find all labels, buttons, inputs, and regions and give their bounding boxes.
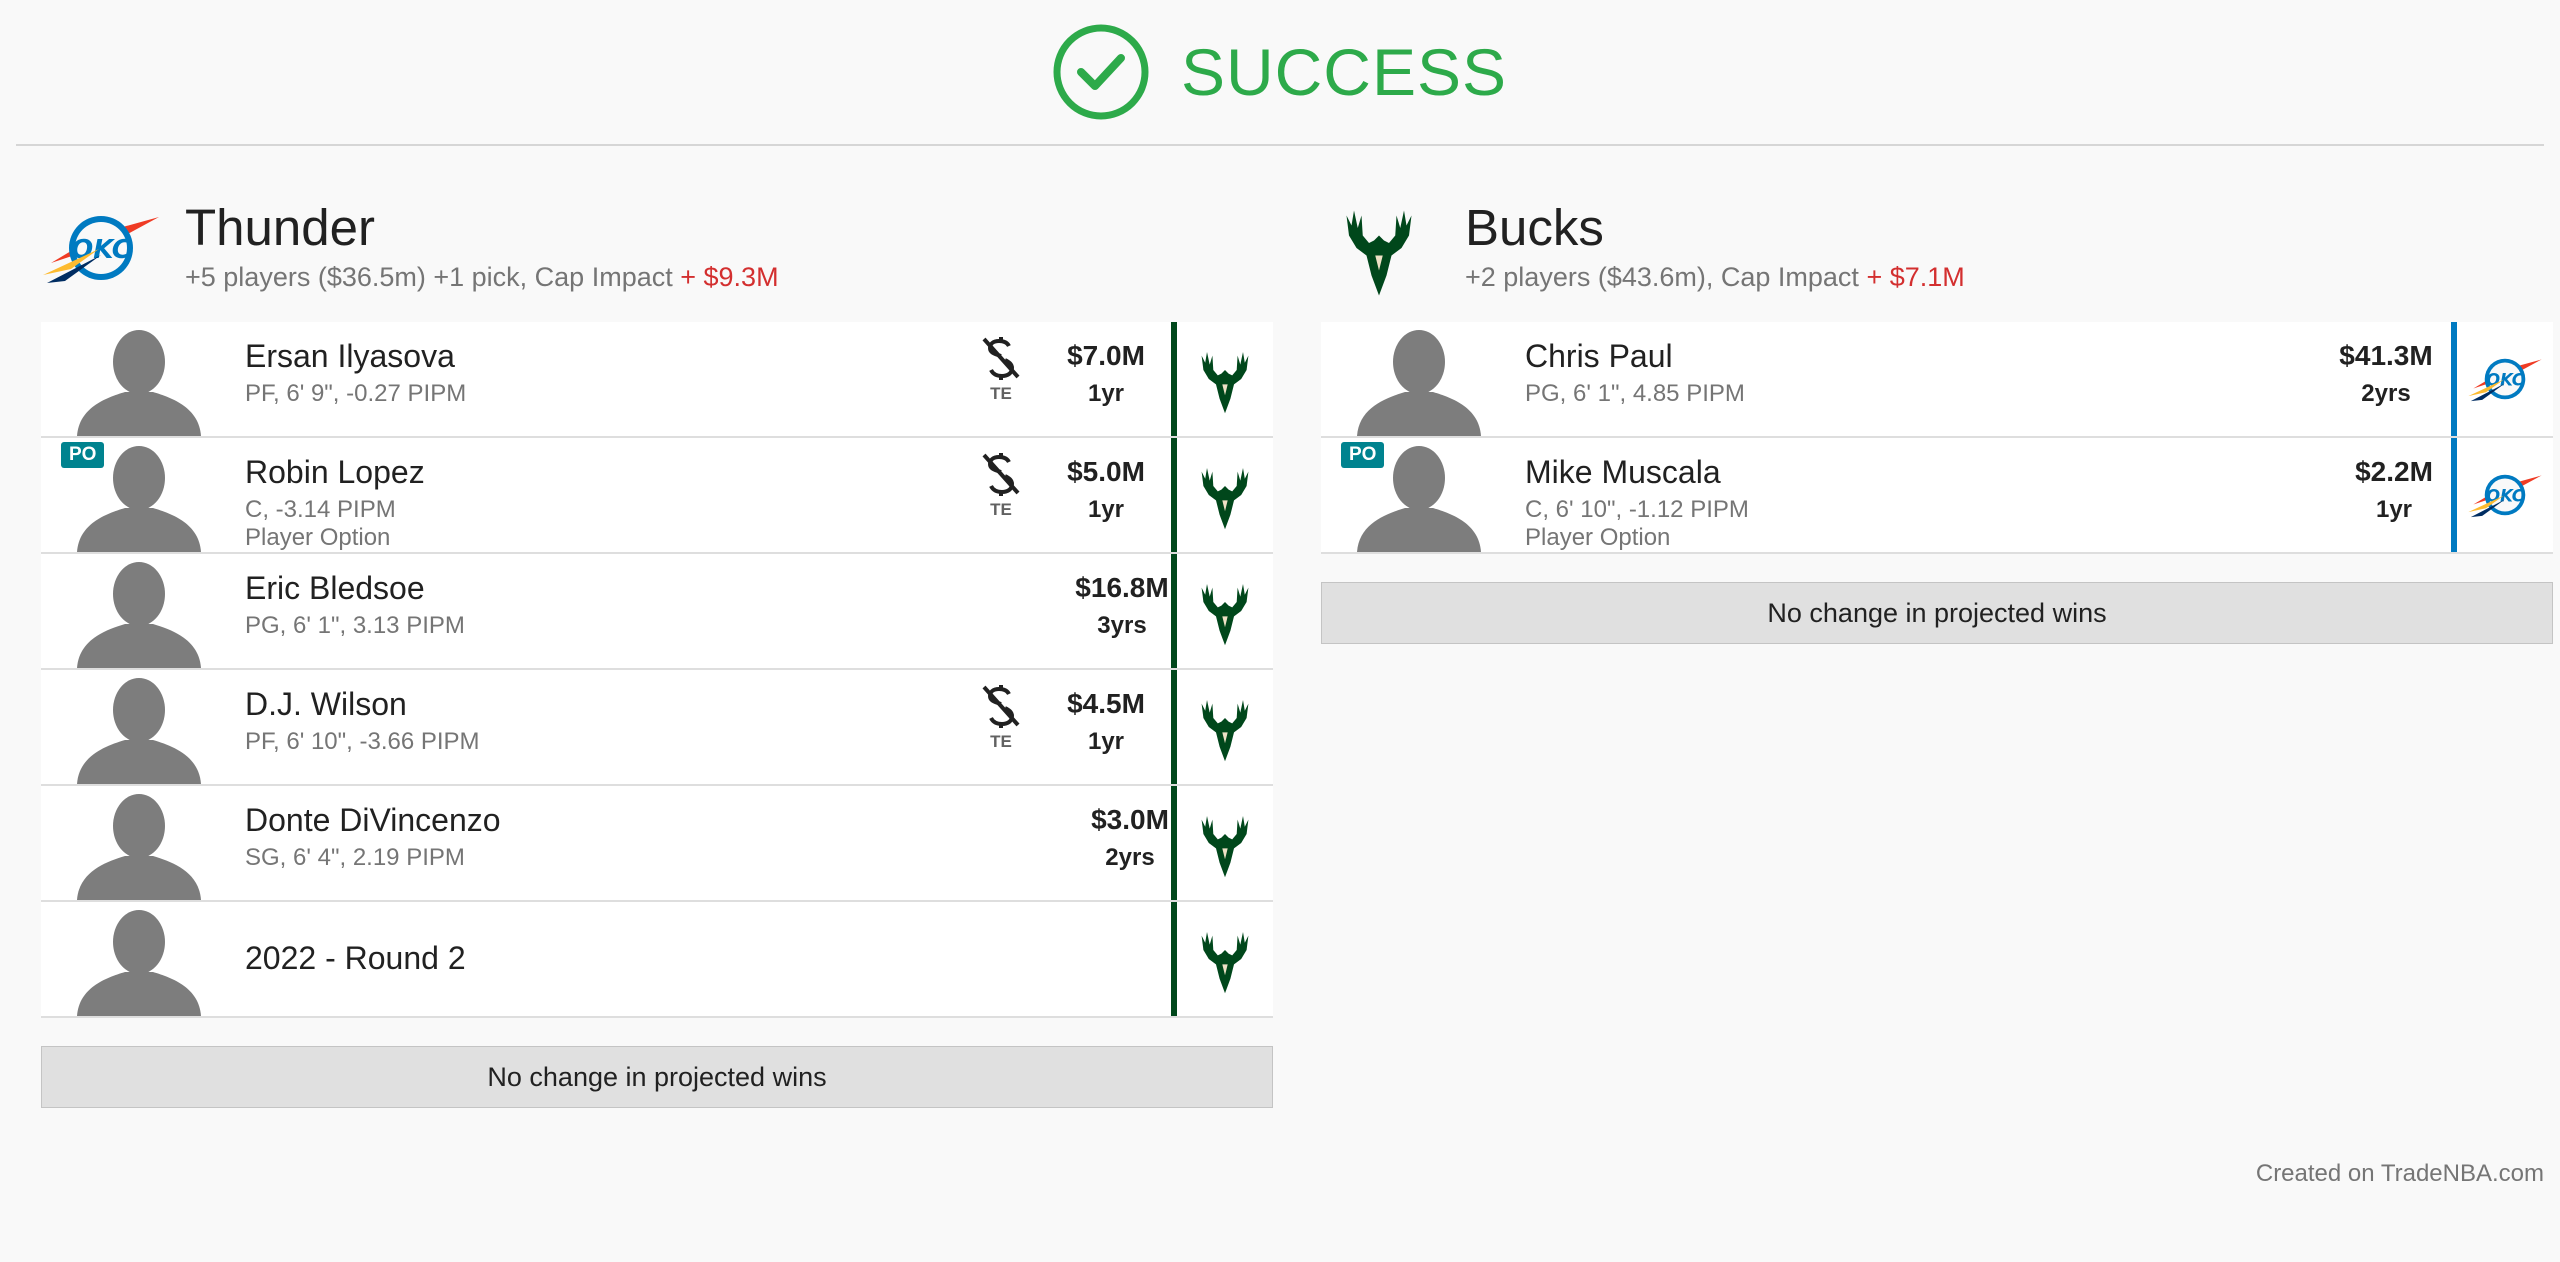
bucks-logo-icon [1197, 459, 1253, 531]
cap-impact: + $7.1M [1866, 262, 1965, 292]
contract: $2.2M 1yr [2329, 456, 2459, 524]
player-row-ilyasova[interactable]: Ersan Ilyasova PF, 6' 9", -0.27 PIPM TE … [41, 322, 1273, 438]
salary: $2.2M [2355, 456, 2433, 487]
player-row-muscala[interactable]: PO Mike Muscala C, 6' 10", -1.12 PIPM Pl… [1321, 438, 2553, 554]
projected-wins-bar: No change in projected wins [41, 1046, 1273, 1108]
salary: $4.5M [1067, 688, 1145, 719]
destination-team [1171, 902, 1273, 1016]
player-info: C, -3.14 PIPM [245, 496, 396, 523]
player-info: PG, 6' 1", 3.13 PIPM [245, 612, 465, 639]
salary: $16.8M [1075, 572, 1169, 603]
player-option: Player Option [245, 524, 391, 551]
player-option-badge: PO [1341, 442, 1385, 468]
contract-years: 2yrs [2361, 380, 2411, 407]
salary: $5.0M [1067, 456, 1145, 487]
draft-pick-label: 2022 - Round 2 [245, 940, 466, 976]
player-info: PG, 6' 1", 4.85 PIPM [1525, 380, 1745, 407]
trade-exception-indicator: TE [981, 336, 1021, 404]
player-name: Eric Bledsoe [245, 570, 425, 606]
contract: $5.0M 1yr [1041, 456, 1171, 524]
team-header: Bucks +2 players ($43.6m), Cap Impact + … [1321, 190, 2553, 320]
bucks-logo-icon [1197, 691, 1253, 763]
contract: $41.3M 2yrs [2321, 340, 2451, 408]
contract-years: 1yr [1087, 380, 1125, 407]
no-dollar-icon [981, 684, 1021, 728]
destination-team [1171, 322, 1273, 436]
destination-team [1171, 786, 1273, 900]
team-header: Thunder +5 players ($36.5m) +1 pick, Cap… [41, 190, 1273, 320]
te-label: TE [990, 732, 1012, 751]
thunder-logo-icon [41, 198, 161, 298]
player-headshot [69, 556, 209, 668]
player-row-bledsoe[interactable]: Eric Bledsoe PG, 6' 1", 3.13 PIPM $16.8M… [41, 554, 1273, 670]
salary: $7.0M [1067, 340, 1145, 371]
player-info: SG, 6' 4", 2.19 PIPM [245, 844, 465, 871]
trade-exception-indicator: TE [981, 452, 1021, 520]
player-name: Robin Lopez [245, 454, 425, 490]
check-circle-icon [1053, 24, 1149, 120]
destination-team [1171, 438, 1273, 552]
player-headshot [69, 672, 209, 784]
contract: $7.0M 1yr [1041, 340, 1171, 408]
player-name: D.J. Wilson [245, 686, 407, 722]
player-name: Mike Muscala [1525, 454, 1721, 490]
player-row-wilson[interactable]: D.J. Wilson PF, 6' 10", -3.66 PIPM TE $4… [41, 670, 1273, 786]
contract: $4.5M 1yr [1041, 688, 1171, 756]
contract-years: 3yrs [1097, 612, 1147, 639]
bucks-logo-icon [1341, 198, 1417, 298]
player-option-badge: PO [61, 442, 105, 468]
incoming-assets-list: Chris Paul PG, 6' 1", 4.85 PIPM $41.3M 2… [1321, 322, 2553, 644]
destination-team [1171, 670, 1273, 784]
no-dollar-icon [981, 452, 1021, 496]
team-name: Bucks [1465, 199, 1604, 256]
bucks-logo-icon [1197, 807, 1253, 879]
player-row-divincenzo[interactable]: Donte DiVincenzo SG, 6' 4", 2.19 PIPM $3… [41, 786, 1273, 902]
contract-years: 1yr [1087, 496, 1125, 523]
incoming-assets-list: Ersan Ilyasova PF, 6' 9", -0.27 PIPM TE … [41, 322, 1273, 1108]
player-headshot [69, 788, 209, 900]
te-label: TE [990, 500, 1012, 519]
team-summary: +5 players ($36.5m) +1 pick, Cap Impact … [185, 262, 779, 292]
projected-wins-bar: No change in projected wins [1321, 582, 2553, 644]
player-info: PF, 6' 10", -3.66 PIPM [245, 728, 480, 755]
team-panel-bucks: Bucks +2 players ($43.6m), Cap Impact + … [1321, 190, 2553, 644]
salary: $41.3M [2339, 340, 2433, 371]
draft-pick-row[interactable]: 2022 - Round 2 [41, 902, 1273, 1018]
trade-exception-indicator: TE [981, 684, 1021, 752]
player-headshot [69, 324, 209, 436]
destination-team [2451, 438, 2553, 552]
player-headshot [1349, 324, 1489, 436]
player-info: C, 6' 10", -1.12 PIPM [1525, 496, 1749, 523]
te-label: TE [990, 384, 1012, 403]
player-row-lopez[interactable]: PO Robin Lopez C, -3.14 PIPM Player Opti… [41, 438, 1273, 554]
bucks-logo-icon [1197, 923, 1253, 995]
placeholder-avatar [69, 904, 209, 1016]
contract-years: 1yr [2375, 496, 2413, 523]
team-panel-thunder: Thunder +5 players ($36.5m) +1 pick, Cap… [41, 190, 1273, 1108]
contract: $16.8M 3yrs [1057, 572, 1187, 640]
cap-impact: + $9.3M [680, 262, 779, 292]
player-option: Player Option [1525, 524, 1671, 551]
contract-years: 1yr [1087, 728, 1125, 755]
player-name: Ersan Ilyasova [245, 338, 455, 374]
footer-credit[interactable]: Created on TradeNBA.com [2256, 1160, 2544, 1188]
thunder-logo-icon [2467, 350, 2543, 408]
bucks-logo-icon [1197, 343, 1253, 415]
bucks-logo-icon [1197, 575, 1253, 647]
destination-team [1171, 554, 1273, 668]
player-info: PF, 6' 9", -0.27 PIPM [245, 380, 467, 407]
team-name: Thunder [185, 199, 375, 256]
player-name: Chris Paul [1525, 338, 1673, 374]
thunder-logo-icon [2467, 466, 2543, 524]
result-header: SUCCESS [16, 0, 2544, 146]
player-name: Donte DiVincenzo [245, 802, 501, 838]
team-summary: +2 players ($43.6m), Cap Impact + $7.1M [1465, 262, 1965, 292]
destination-team [2451, 322, 2553, 436]
no-dollar-icon [981, 336, 1021, 380]
status-text: SUCCESS [1180, 35, 1508, 109]
player-row-paul[interactable]: Chris Paul PG, 6' 1", 4.85 PIPM $41.3M 2… [1321, 322, 2553, 438]
